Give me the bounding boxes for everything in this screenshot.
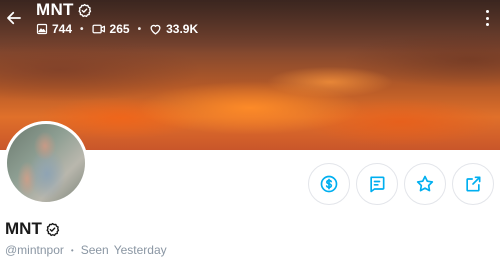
- stat-videos[interactable]: 265: [91, 22, 130, 36]
- header-title-row: MNT: [36, 0, 92, 20]
- heart-icon: [150, 24, 161, 35]
- star-icon: [416, 175, 434, 192]
- more-options-button[interactable]: [482, 10, 492, 26]
- top-bar: MNT 744 • 265 • 33.9K: [0, 0, 500, 42]
- favorite-button[interactable]: [404, 163, 446, 205]
- message-icon: [370, 176, 385, 193]
- header-stats: 744 • 265 • 33.9K: [36, 22, 198, 36]
- image-icon: [36, 23, 48, 35]
- avatar[interactable]: [4, 121, 88, 205]
- stat-likes[interactable]: 33.9K: [149, 22, 198, 36]
- profile-name-row: MNT: [5, 219, 60, 239]
- message-button[interactable]: [356, 163, 398, 205]
- back-arrow-icon: [7, 11, 21, 25]
- profile-name: MNT: [5, 219, 42, 238]
- video-icon: [91, 24, 105, 34]
- back-button[interactable]: [4, 8, 24, 28]
- share-icon: [466, 176, 481, 192]
- tip-button[interactable]: [308, 163, 350, 205]
- verified-badge-icon: [46, 222, 59, 236]
- separator-dot: •: [70, 245, 74, 255]
- share-button[interactable]: [452, 163, 494, 205]
- more-vertical-icon: [485, 16, 489, 20]
- separator-dot: •: [137, 23, 142, 35]
- separator-dot: •: [80, 23, 84, 35]
- stat-videos-count: 265: [109, 22, 130, 36]
- profile-actions: [308, 163, 494, 205]
- header-title: MNT: [36, 0, 74, 19]
- seen-label: Seen: [80, 243, 109, 257]
- stat-likes-count: 33.9K: [166, 22, 199, 36]
- seen-value: Yesterday: [113, 243, 167, 257]
- stat-photos-count: 744: [52, 22, 73, 36]
- profile-handle[interactable]: @mintnpor: [5, 243, 64, 257]
- stat-photos[interactable]: 744: [36, 22, 72, 36]
- dollar-icon: [320, 175, 338, 193]
- verified-badge-icon: [78, 3, 91, 17]
- more-vertical-icon: [485, 10, 489, 13]
- profile-meta: @mintnpor • Seen Yesterday: [5, 243, 167, 257]
- more-vertical-icon: [485, 23, 489, 26]
